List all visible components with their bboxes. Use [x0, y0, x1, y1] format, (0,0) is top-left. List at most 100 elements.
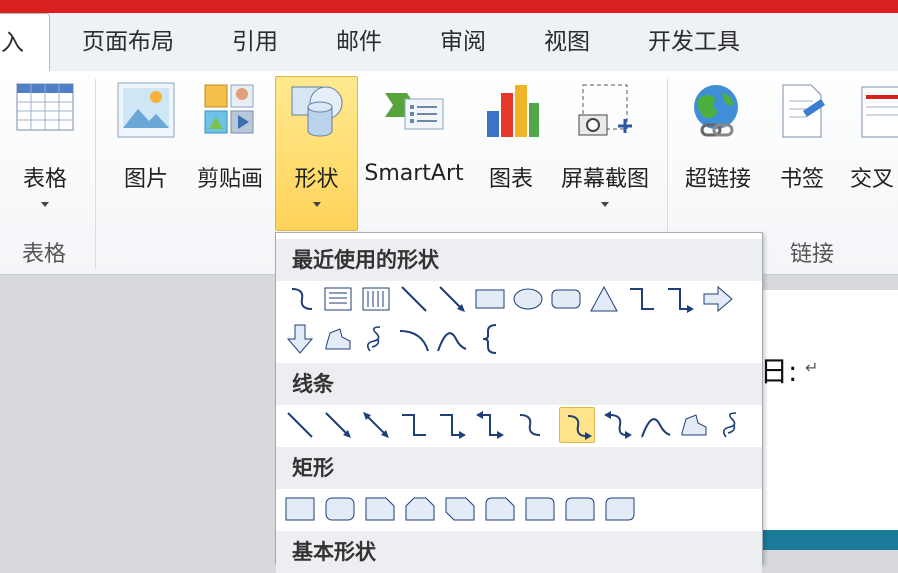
bookmark-label: 书签	[779, 167, 824, 192]
crossref-icon	[861, 86, 898, 138]
curve-icon	[641, 418, 671, 438]
shapes-label: 形状	[294, 167, 339, 192]
shapes-button[interactable]: 形状	[275, 76, 358, 231]
elbow-arrow-connector-shape[interactable]	[434, 407, 470, 443]
recent-shapes-heading: 最近使用的形状	[276, 239, 762, 281]
tab-mailings[interactable]: 邮件	[336, 13, 382, 71]
right-arrow-icon	[703, 285, 733, 313]
freeform-icon	[325, 328, 351, 350]
chevron-down-icon	[41, 202, 49, 207]
chart-button[interactable]: 图表	[478, 77, 544, 225]
curve-shape[interactable]	[638, 407, 674, 443]
tab-references[interactable]: 引用	[232, 13, 278, 71]
rounded-rectangle-icon	[551, 289, 581, 309]
left-brace-shape[interactable]	[472, 321, 508, 357]
elbow-double-arrow-connector-shape[interactable]	[472, 407, 508, 443]
title-bar-strip	[0, 0, 898, 13]
elbow-connector-icon	[630, 288, 654, 310]
snip-corner-rectangle-icon	[365, 497, 395, 521]
round-same-side-rectangle-icon	[565, 497, 595, 521]
vertical-text-box-shape[interactable]	[358, 281, 394, 317]
chart-label: 图表	[488, 167, 533, 192]
table-group-label: 表格	[22, 242, 67, 267]
down-arrow-shape[interactable]	[282, 321, 318, 357]
arrow-line-shape[interactable]	[320, 407, 356, 443]
text-box-shape[interactable]	[320, 281, 356, 317]
smartart-icon	[385, 93, 444, 130]
arrow-line-icon	[439, 286, 465, 312]
hyperlink-button[interactable]: 超链接	[676, 77, 760, 225]
snip-diagonal-rectangle-shape[interactable]	[442, 491, 478, 527]
line-shape[interactable]	[396, 281, 432, 317]
round-same-side-rectangle-shape[interactable]	[562, 491, 598, 527]
right-arrow-shape[interactable]	[700, 281, 736, 317]
tab-insert[interactable]: 入	[0, 13, 50, 71]
vertical-text-box-icon	[362, 287, 390, 311]
scribble-icon	[366, 326, 381, 352]
snip-same-side-rectangle-icon	[405, 497, 435, 521]
tab-page-layout[interactable]: 页面布局	[82, 13, 174, 71]
tab-view[interactable]: 视图	[544, 13, 590, 71]
oval-shape[interactable]	[510, 281, 546, 317]
round-diagonal-rectangle-icon	[605, 497, 635, 521]
tab-developer[interactable]: 开发工具	[648, 13, 740, 71]
lines-heading: 线条	[276, 363, 762, 405]
line-shape[interactable]	[282, 407, 318, 443]
curved-double-arrow-connector-shape[interactable]	[600, 407, 636, 443]
links-group-label: 链接	[790, 242, 835, 267]
snip-round-rectangle-shape[interactable]	[482, 491, 518, 527]
arrow-line-shape[interactable]	[434, 281, 470, 317]
elbow-connector-shape[interactable]	[624, 281, 660, 317]
curved-connector-shape[interactable]	[282, 281, 318, 317]
freeform-icon	[681, 414, 707, 436]
round-single-corner-rectangle-shape[interactable]	[522, 491, 558, 527]
rectangle-shape[interactable]	[472, 281, 508, 317]
arc-shape[interactable]	[396, 321, 432, 357]
curved-arrow-connector-shape[interactable]	[559, 407, 595, 443]
snip-corner-rectangle-shape[interactable]	[362, 491, 398, 527]
hyperlink-label: 超链接	[684, 167, 751, 192]
elbow-connector-shape[interactable]	[396, 407, 432, 443]
table-icon	[16, 83, 74, 131]
snip-same-side-rectangle-shape[interactable]	[402, 491, 438, 527]
clipart-label: 剪贴画	[196, 167, 263, 192]
double-arrow-line-shape[interactable]	[358, 407, 394, 443]
curved-connector-shape[interactable]	[510, 407, 546, 443]
line-icon	[401, 286, 427, 312]
curve-shape[interactable]	[434, 321, 470, 357]
bookmark-button[interactable]: 书签	[770, 77, 834, 225]
scribble-shape[interactable]	[358, 321, 394, 357]
elbow-arrow-connector-icon	[668, 288, 694, 313]
rounded-rectangle-icon	[325, 497, 355, 521]
snip-diagonal-rectangle-icon	[445, 497, 475, 521]
picture-button[interactable]: 图片	[112, 77, 180, 225]
rounded-rectangle-shape[interactable]	[322, 491, 358, 527]
triangle-shape[interactable]	[586, 281, 622, 317]
scribble-shape[interactable]	[714, 407, 750, 443]
screenshot-icon	[578, 84, 632, 136]
oval-icon	[513, 288, 543, 310]
double-arrow-line-icon	[363, 412, 389, 438]
scribble-icon	[722, 412, 737, 438]
rounded-rectangle-shape[interactable]	[548, 281, 584, 317]
tab-review[interactable]: 审阅	[440, 13, 486, 71]
clipart-button[interactable]: 剪贴画	[190, 77, 270, 225]
picture-icon	[117, 82, 175, 138]
table-label: 表格	[22, 167, 67, 192]
freeform-shape[interactable]	[320, 321, 356, 357]
rectangle-shape[interactable]	[282, 491, 318, 527]
elbow-arrow-connector-shape[interactable]	[662, 281, 698, 317]
round-diagonal-rectangle-shape[interactable]	[602, 491, 638, 527]
rectangle-icon	[475, 289, 505, 309]
freeform-shape[interactable]	[676, 407, 712, 443]
smartart-label: SmartArt	[364, 161, 464, 186]
crossref-button[interactable]: 交叉	[846, 77, 898, 225]
smartart-button[interactable]: SmartArt	[362, 77, 466, 225]
screenshot-button[interactable]: 屏幕截图	[554, 77, 656, 225]
basic-shapes-heading: 基本形状	[276, 531, 762, 573]
curved-connector-icon	[291, 288, 313, 310]
round-single-corner-rectangle-icon	[525, 497, 555, 521]
curved-connector-icon	[519, 414, 541, 436]
chevron-down-icon	[312, 202, 321, 207]
table-button[interactable]: 表格	[8, 77, 82, 225]
